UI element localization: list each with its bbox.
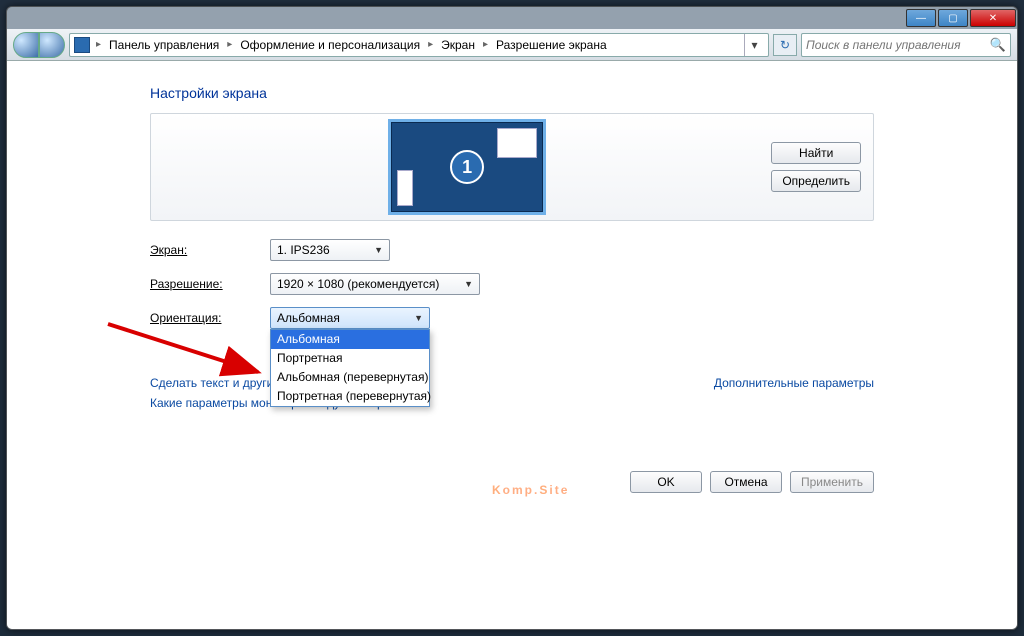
chevron-down-icon: ▼ — [464, 279, 473, 289]
chevron-down-icon: ▼ — [414, 313, 423, 323]
chevron-right-icon: ▸ — [94, 39, 103, 50]
find-button[interactable]: Найти — [771, 142, 861, 164]
back-button[interactable] — [13, 32, 39, 58]
display-preview-frame: 1 Найти Определить — [150, 113, 874, 221]
page-title: Настройки экрана — [150, 85, 874, 101]
address-bar[interactable]: ▸ Панель управления ▸ Оформление и персо… — [69, 33, 769, 57]
resolution-value: 1920 × 1080 (рекомендуется) — [277, 277, 439, 291]
chevron-right-icon: ▸ — [481, 39, 490, 50]
maximize-button[interactable]: ▢ — [938, 9, 968, 27]
label-resolution: Разрешение: — [150, 277, 270, 291]
action-buttons: OK Отмена Применить — [630, 471, 874, 493]
crumb-control-panel[interactable]: Панель управления — [107, 38, 221, 52]
orientation-option-portrait[interactable]: Портретная — [271, 349, 429, 368]
label-screen: Экран: — [150, 243, 270, 257]
orientation-option-landscape[interactable]: Альбомная — [271, 330, 429, 349]
search-icon: 🔍 — [990, 37, 1006, 53]
which-params-link[interactable]: Какие параметры монитора следует выбрать… — [150, 393, 874, 413]
forward-button[interactable] — [39, 32, 65, 58]
orientation-value: Альбомная — [277, 311, 340, 325]
advanced-settings-link[interactable]: Дополнительные параметры — [714, 373, 874, 393]
cancel-button[interactable]: Отмена — [710, 471, 782, 493]
page: Настройки экрана 1 Найти Определить Экра… — [132, 61, 892, 413]
crumb-appearance[interactable]: Оформление и персонализация — [238, 38, 422, 52]
orientation-dropdown[interactable]: Альбомная ▼ — [270, 307, 430, 329]
monitor-number-badge: 1 — [450, 150, 484, 184]
watermark: Komp.Site — [492, 441, 569, 508]
monitor-preview[interactable]: 1 — [388, 119, 546, 215]
chevron-right-icon: ▸ — [426, 39, 435, 50]
detect-button[interactable]: Определить — [771, 170, 861, 192]
search-input[interactable] — [806, 38, 976, 52]
navbar: ▸ Панель управления ▸ Оформление и персо… — [7, 29, 1017, 61]
address-dropdown[interactable]: ▾ — [744, 34, 764, 56]
orientation-option-portrait-flipped[interactable]: Портретная (перевернутая) — [271, 387, 429, 406]
refresh-button[interactable]: ↻ — [773, 34, 797, 56]
chevron-down-icon: ▼ — [374, 245, 383, 255]
search-box[interactable]: 🔍 — [801, 33, 1011, 57]
titlebar: — ▢ ✕ — [7, 7, 1017, 29]
close-button[interactable]: ✕ — [970, 9, 1016, 27]
label-orientation: Ориентация: — [150, 311, 270, 325]
content-pane: Настройки экрана 1 Найти Определить Экра… — [7, 61, 1017, 629]
screen-dropdown[interactable]: 1. IPS236 ▼ — [270, 239, 390, 261]
screen-value: 1. IPS236 — [277, 243, 330, 257]
control-panel-icon — [74, 37, 90, 53]
settings-rows: Экран: 1. IPS236 ▼ Разрешение: 1920 × 10… — [150, 239, 874, 329]
crumb-resolution[interactable]: Разрешение экрана — [494, 38, 609, 52]
crumb-display[interactable]: Экран — [439, 38, 477, 52]
orientation-option-landscape-flipped[interactable]: Альбомная (перевернутая) — [271, 368, 429, 387]
resolution-dropdown[interactable]: 1920 × 1080 (рекомендуется) ▼ — [270, 273, 480, 295]
minimize-button[interactable]: — — [906, 9, 936, 27]
chevron-right-icon: ▸ — [225, 39, 234, 50]
explorer-window: — ▢ ✕ ▸ Панель управления ▸ Оформление и… — [6, 6, 1018, 630]
orientation-dropdown-list: Альбомная Портретная Альбомная (переверн… — [270, 329, 430, 407]
ok-button[interactable]: OK — [630, 471, 702, 493]
apply-button[interactable]: Применить — [790, 471, 874, 493]
